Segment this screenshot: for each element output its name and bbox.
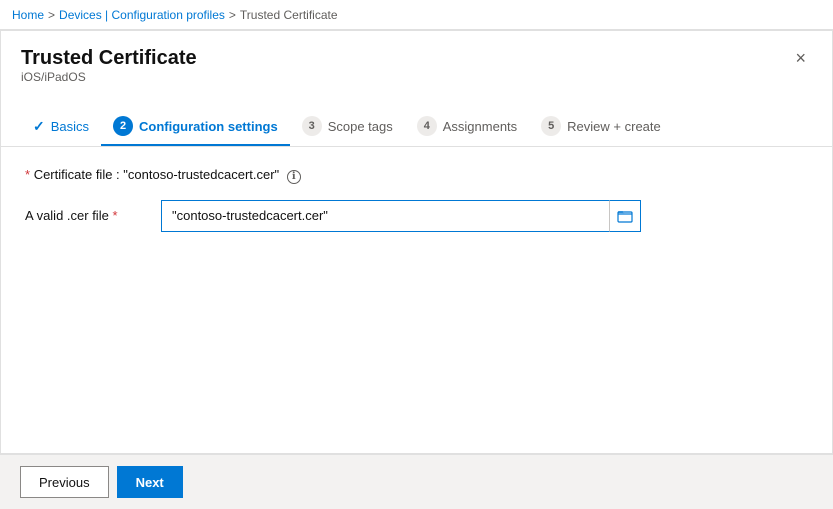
step-scope[interactable]: 3 Scope tags bbox=[290, 108, 405, 146]
close-button[interactable]: × bbox=[789, 47, 812, 69]
cert-file-label: * Certificate file : "contoso-trustedcac… bbox=[25, 167, 808, 184]
step-scope-label: Scope tags bbox=[328, 119, 393, 134]
step-assignments[interactable]: 4 Assignments bbox=[405, 108, 529, 146]
breadcrumb-sep2: > bbox=[229, 8, 236, 22]
step-configuration[interactable]: 2 Configuration settings bbox=[101, 108, 290, 146]
folder-icon bbox=[617, 208, 633, 224]
step-2-circle: 2 bbox=[113, 116, 133, 136]
breadcrumb-home[interactable]: Home bbox=[12, 8, 44, 22]
page-subtitle: iOS/iPadOS bbox=[21, 70, 197, 84]
step-basics[interactable]: ✓ Basics bbox=[21, 110, 101, 145]
step-5-circle: 5 bbox=[541, 116, 561, 136]
panel-header: Trusted Certificate iOS/iPadOS × ✓ Basic… bbox=[1, 31, 832, 147]
step-configuration-label: Configuration settings bbox=[139, 119, 278, 134]
page-title: Trusted Certificate bbox=[21, 47, 197, 70]
file-text-input[interactable] bbox=[161, 200, 609, 232]
step-review-label: Review + create bbox=[567, 119, 661, 134]
file-required-star: * bbox=[112, 208, 117, 223]
step-4-circle: 4 bbox=[417, 116, 437, 136]
breadcrumb: Home > Devices | Configuration profiles … bbox=[0, 0, 833, 30]
step-basics-label: Basics bbox=[51, 119, 89, 134]
breadcrumb-devices[interactable]: Devices | Configuration profiles bbox=[59, 8, 225, 22]
step-review[interactable]: 5 Review + create bbox=[529, 108, 673, 146]
file-field-label: A valid .cer file * bbox=[25, 208, 145, 223]
check-icon: ✓ bbox=[33, 118, 45, 135]
info-icon[interactable]: ℹ bbox=[287, 170, 301, 184]
step-assignments-label: Assignments bbox=[443, 119, 517, 134]
wizard-steps: ✓ Basics 2 Configuration settings 3 Scop… bbox=[21, 98, 812, 146]
next-button[interactable]: Next bbox=[117, 466, 183, 498]
main-panel: Trusted Certificate iOS/iPadOS × ✓ Basic… bbox=[0, 30, 833, 454]
file-browse-button[interactable] bbox=[609, 200, 641, 232]
content-area: * Certificate file : "contoso-trustedcac… bbox=[1, 147, 832, 453]
footer: Previous Next bbox=[0, 454, 833, 509]
file-input-wrapper bbox=[161, 200, 641, 232]
step-3-circle: 3 bbox=[302, 116, 322, 136]
file-field-row: A valid .cer file * bbox=[25, 200, 808, 232]
breadcrumb-sep1: > bbox=[48, 8, 55, 22]
breadcrumb-current: Trusted Certificate bbox=[240, 8, 338, 22]
required-star: * bbox=[25, 167, 30, 182]
previous-button[interactable]: Previous bbox=[20, 466, 109, 498]
